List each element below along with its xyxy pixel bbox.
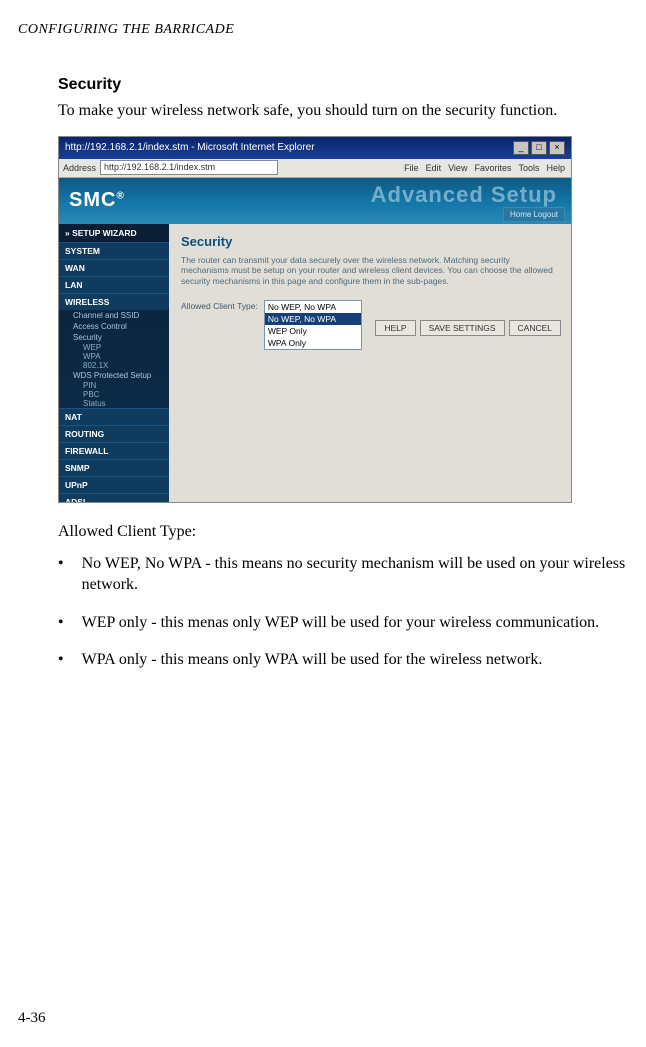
sidebar-sub-access-control[interactable]: Access Control [59, 321, 169, 332]
option-nowep-nowpa[interactable]: No WEP, No WPA [265, 313, 361, 325]
sidebar-item-wan[interactable]: WAN [59, 259, 169, 276]
embedded-screenshot: http://192.168.2.1/index.stm - Microsoft… [58, 136, 572, 503]
list-item: • WEP only - this menas only WEP will be … [58, 612, 628, 634]
sidebar-subsub-pbc[interactable]: PBC [59, 390, 169, 399]
sidebar-item-nat[interactable]: NAT [59, 408, 169, 425]
list-item: • WPA only - this means only WPA will be … [58, 649, 628, 671]
sidebar-subsub-wpa[interactable]: WPA [59, 352, 169, 361]
ie-window-title: http://192.168.2.1/index.stm - Microsoft… [65, 142, 315, 153]
option-wpa-only[interactable]: WPA Only [265, 337, 361, 349]
sidebar-subsub-8021x[interactable]: 802.1X [59, 361, 169, 370]
sidebar-item-snmp[interactable]: SNMP [59, 459, 169, 476]
sidebar-sub-wds[interactable]: WDS Protected Setup [59, 370, 169, 381]
bullet-icon: • [58, 649, 64, 671]
menu-view[interactable]: View [448, 163, 467, 173]
ie-address-bar-row: Address http://192.168.2.1/index.stm Fil… [59, 159, 571, 178]
maximize-icon[interactable]: □ [531, 141, 547, 155]
page-number: 4-36 [18, 1010, 46, 1027]
list-item: • No WEP, No WPA - this means no security… [58, 553, 628, 596]
client-type-label: Allowed Client Type: [181, 300, 258, 311]
app-body: » SETUP WIZARD SYSTEM WAN LAN WIRELESS C… [59, 224, 571, 503]
advanced-setup-title: Advanced Setup [371, 182, 557, 208]
address-label: Address [59, 163, 100, 173]
panel-description: The router can transmit your data secure… [181, 255, 559, 287]
registered-icon: ® [116, 190, 124, 201]
brand-header: SMC® Advanced Setup Home Logout [59, 178, 571, 224]
smc-logo: SMC® [59, 189, 125, 212]
ie-titlebar: http://192.168.2.1/index.stm - Microsoft… [59, 137, 571, 159]
client-type-heading: Allowed Client Type: [58, 523, 628, 541]
sidebar-item-system[interactable]: SYSTEM [59, 242, 169, 259]
sidebar-sub-security[interactable]: Security [59, 332, 169, 343]
sidebar-item-routing[interactable]: ROUTING [59, 425, 169, 442]
sidebar-item-lan[interactable]: LAN [59, 276, 169, 293]
sidebar-subsub-status[interactable]: Status [59, 399, 169, 408]
sidebar: » SETUP WIZARD SYSTEM WAN LAN WIRELESS C… [59, 224, 169, 503]
menu-tools[interactable]: Tools [518, 163, 539, 173]
bullet-icon: • [58, 612, 64, 634]
sidebar-subsub-wep[interactable]: WEP [59, 343, 169, 352]
bullet-icon: • [58, 553, 64, 596]
home-logout-bar[interactable]: Home Logout [503, 207, 565, 222]
menu-file[interactable]: File [404, 163, 419, 173]
sidebar-sub-channel-ssid[interactable]: Channel and SSID [59, 310, 169, 321]
list-item-text: No WEP, No WPA - this means no security … [82, 553, 628, 596]
menu-favorites[interactable]: Favorites [474, 163, 511, 173]
menu-help[interactable]: Help [546, 163, 565, 173]
panel-title: Security [181, 234, 559, 249]
ie-window-buttons[interactable]: _ □ × [513, 141, 565, 155]
sidebar-item-upnp[interactable]: UPnP [59, 476, 169, 493]
menu-edit[interactable]: Edit [426, 163, 442, 173]
section-title: Security [58, 76, 628, 94]
minimize-icon[interactable]: _ [513, 141, 529, 155]
save-settings-button[interactable]: SAVE SETTINGS [420, 320, 505, 336]
sidebar-subsub-pin[interactable]: PIN [59, 381, 169, 390]
page-content: Security To make your wireless network s… [58, 76, 628, 687]
address-input[interactable]: http://192.168.2.1/index.stm [100, 160, 278, 175]
sidebar-setup-wizard[interactable]: » SETUP WIZARD [59, 224, 169, 242]
ie-menu[interactable]: File Edit View Favorites Tools Help [404, 163, 571, 173]
list-item-text: WEP only - this menas only WEP will be u… [82, 612, 600, 634]
action-button-row: HELP SAVE SETTINGS CANCEL [375, 320, 561, 336]
sidebar-item-wireless[interactable]: WIRELESS [59, 293, 169, 310]
close-icon[interactable]: × [549, 141, 565, 155]
logo-text: SMC [69, 189, 116, 211]
option-nowep-nowpa-top[interactable]: No WEP, No WPA [265, 301, 361, 313]
help-button[interactable]: HELP [375, 320, 415, 336]
running-header: CONFIGURING THE BARRICADE [18, 22, 234, 38]
sidebar-item-adsl[interactable]: ADSL [59, 493, 169, 503]
client-type-select[interactable]: No WEP, No WPA No WEP, No WPA WEP Only W… [264, 300, 362, 350]
intro-paragraph: To make your wireless network safe, you … [58, 100, 628, 122]
sidebar-item-firewall[interactable]: FIREWALL [59, 442, 169, 459]
list-item-text: WPA only - this means only WPA will be u… [82, 649, 543, 671]
option-wep-only[interactable]: WEP Only [265, 325, 361, 337]
cancel-button[interactable]: CANCEL [509, 320, 561, 336]
bullet-list: • No WEP, No WPA - this means no security… [58, 553, 628, 671]
main-panel: Security The router can transmit your da… [169, 224, 571, 503]
